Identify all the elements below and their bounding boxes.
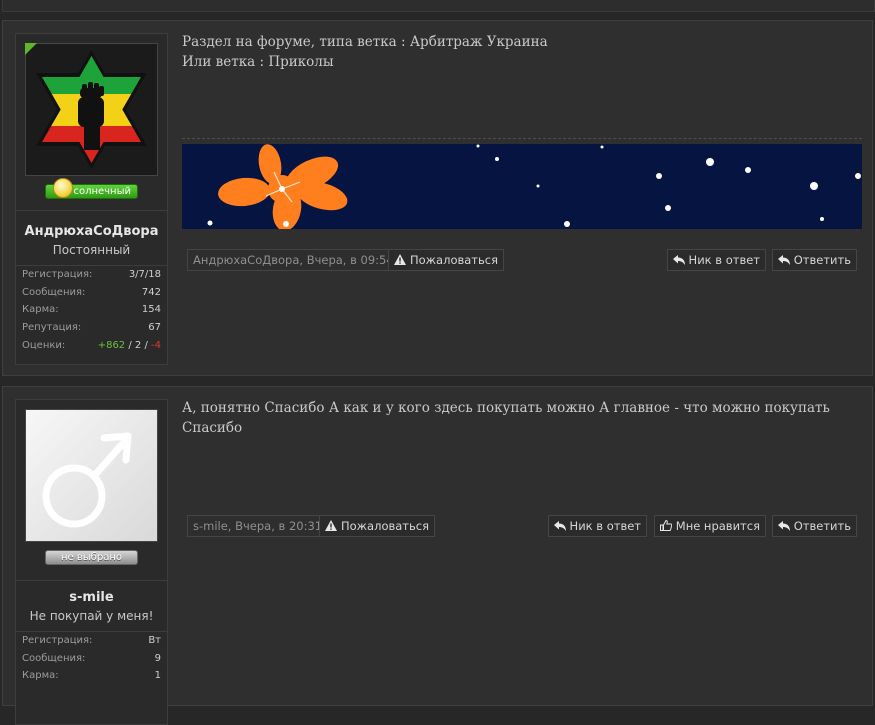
quote-nick-button[interactable]: Ник в ответ <box>666 249 766 271</box>
stat-label: Регистрация: <box>22 269 93 281</box>
username[interactable]: s-mile <box>16 590 167 605</box>
stat-value: 67 <box>148 322 161 334</box>
user-panel: солнечный АндрюхаСоДвора Постоянный Реги… <box>15 33 168 365</box>
post-actions: s-mile, Вчера, в 20:31 Пожаловаться Ник … <box>187 515 857 537</box>
user-stats: Регистрация: Вт Сообщения: 9 Карма: 1 <box>22 632 161 685</box>
message-line: Раздел на форуме, типа ветка : Арбитраж … <box>182 34 548 50</box>
ratings-neutral: 2 <box>134 339 142 351</box>
stat-messages: Сообщения: 742 <box>22 284 161 302</box>
post-message: Раздел на форуме, типа ветка : Арбитраж … <box>182 32 862 72</box>
signature-banner <box>182 144 862 229</box>
warning-icon <box>394 254 406 265</box>
reply-button[interactable]: Ответить <box>771 249 857 271</box>
report-label: Пожаловаться <box>341 519 430 533</box>
quote-icon <box>672 255 685 265</box>
stat-registration: Регистрация: Вт <box>22 632 161 650</box>
quote-nick-label: Ник в ответ <box>569 519 641 533</box>
stat-value: 1 <box>154 670 161 682</box>
stat-value: 3/7/18 <box>128 269 161 281</box>
stat-value[interactable]: 9 <box>155 653 161 664</box>
mood-badge[interactable]: солнечный <box>45 178 138 202</box>
ratings-positive: +862 <box>97 339 126 351</box>
stat-label: Репутация: <box>22 322 82 334</box>
stat-karma: Карма: 154 <box>22 301 161 319</box>
user-panel: не выбрано s-mile Не покупай у меня! Рег… <box>15 399 168 725</box>
post-actions: АндрюхаСоДвора, Вчера, в 09:54 Пожаловат… <box>187 249 857 271</box>
stat-label: Оценки: <box>22 339 66 351</box>
stat-registration: Регистрация: 3/7/18 <box>22 266 161 284</box>
online-indicator <box>25 43 37 55</box>
ratings-value: +862 / 2 / -4 <box>97 339 161 351</box>
reply-label: Ответить <box>793 253 851 267</box>
report-button[interactable]: Пожаловаться <box>388 249 505 271</box>
stat-label: Сообщения: <box>22 286 86 298</box>
user-title: Не покупай у меня! <box>29 609 154 623</box>
mood-label: не выбрано <box>45 550 138 565</box>
message-line: А, понятно Спасибо А как и у кого здесь … <box>182 400 830 436</box>
report-button[interactable]: Пожаловаться <box>319 515 436 537</box>
reply-label: Ответить <box>793 519 851 533</box>
warning-icon <box>325 520 337 531</box>
divider <box>16 210 167 211</box>
post-meta-link[interactable]: АндрюхаСоДвора, Вчера, в 09:54 <box>187 249 400 271</box>
user-title: Постоянный <box>52 243 131 257</box>
avatar[interactable] <box>25 43 158 176</box>
flower-stars-image <box>182 144 862 229</box>
stat-messages: Сообщения: 9 <box>22 650 161 668</box>
stat-label: Регистрация: <box>22 635 93 647</box>
message-line: Или ветка : Приколы <box>182 54 334 70</box>
male-symbol-image <box>26 410 157 541</box>
quote-nick-button[interactable]: Ник в ответ <box>547 515 647 537</box>
report-label: Пожаловаться <box>410 253 499 267</box>
stat-ratings: Оценки: +862 / 2 / -4 <box>22 336 161 354</box>
like-label: Мне нравится <box>675 519 760 533</box>
like-button[interactable]: Мне нравится <box>653 515 766 537</box>
stat-reputation: Репутация: 67 <box>22 319 161 337</box>
forum-post: не выбрано s-mile Не покупай у меня! Рег… <box>2 386 873 725</box>
thumbs-up-icon <box>659 520 672 531</box>
quote-nick-label: Ник в ответ <box>688 253 760 267</box>
post-meta-link[interactable]: s-mile, Вчера, в 20:31 <box>187 515 329 537</box>
stat-label: Карма: <box>22 304 59 316</box>
avatar[interactable] <box>25 409 158 542</box>
reply-icon <box>777 255 790 265</box>
ratings-negative: -4 <box>151 339 161 351</box>
divider <box>16 580 167 581</box>
previous-post-edge <box>2 0 875 12</box>
reply-button[interactable]: Ответить <box>771 515 857 537</box>
signature-divider <box>182 138 862 139</box>
stat-karma: Карма: 1 <box>22 667 161 685</box>
username[interactable]: АндрюхаСоДвора <box>16 224 167 239</box>
user-stats: Регистрация: 3/7/18 Сообщения: 742 Карма: 1… <box>22 266 161 354</box>
rasta-star-fist-image <box>26 44 157 175</box>
reply-icon <box>777 521 790 531</box>
stat-value[interactable]: 742 <box>142 287 161 298</box>
mood-badge[interactable]: не выбрано <box>45 544 138 568</box>
post-message: А, понятно Спасибо А как и у кого здесь … <box>182 398 862 438</box>
quote-icon <box>553 521 566 531</box>
sun-face-icon <box>53 178 73 198</box>
forum-post: солнечный АндрюхаСоДвора Постоянный Реги… <box>2 20 873 376</box>
stat-label: Сообщения: <box>22 652 86 664</box>
stat-value: Вт <box>148 635 161 647</box>
stat-value: 154 <box>141 304 161 316</box>
stat-label: Карма: <box>22 670 59 682</box>
